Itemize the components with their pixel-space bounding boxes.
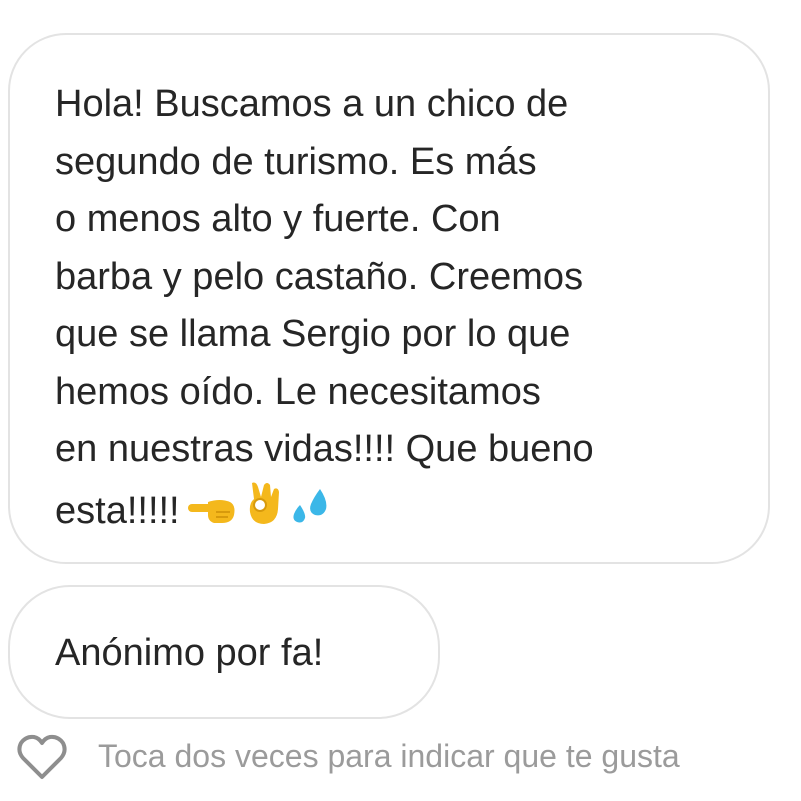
message-line: que se llama Sergio por lo que — [55, 313, 571, 355]
message-line: o menos alto y fuerte. Con — [55, 198, 501, 240]
message-line: Hola! Buscamos a un chico de — [55, 83, 569, 125]
message-bubble[interactable]: Hola! Buscamos a un chico de segundo de … — [8, 33, 770, 564]
message-line: barba y pelo castaño. Creemos — [55, 255, 584, 298]
heart-outline-icon[interactable] — [14, 730, 70, 786]
like-hint-text: Toca dos veces para indicar que te gusta — [98, 738, 680, 774]
message-line: en nuestras vidas!!!! Que bueno — [55, 428, 594, 470]
backhand-index-pointing-left-emoji — [186, 493, 238, 527]
message-line: hemos oído. Le necesitamos — [55, 370, 541, 413]
message-text: Anónimo por fa! — [55, 632, 324, 674]
message-line: segundo de turismo. Es más — [55, 140, 537, 183]
message-bubble[interactable]: Anónimo por fa! — [8, 585, 440, 719]
double-tap-like-row[interactable]: Toca dos veces para indicar que te gusta — [14, 730, 794, 786]
ok-hand-emoji — [244, 479, 284, 527]
dm-conversation: Hola! Buscamos a un chico de segundo de … — [0, 0, 801, 801]
message-last-line: esta!!!!! — [55, 479, 768, 537]
sweat-droplets-emoji — [290, 487, 334, 527]
message-line: esta!!!!! — [55, 489, 180, 532]
